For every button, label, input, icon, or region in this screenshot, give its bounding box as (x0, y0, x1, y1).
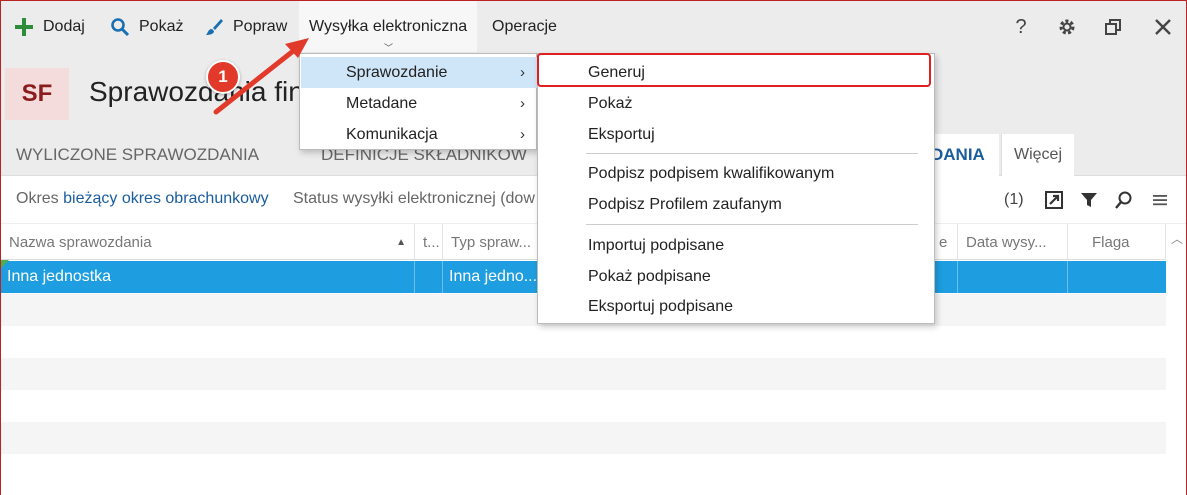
operations-label: Operacje (492, 18, 557, 35)
brush-icon (203, 16, 225, 38)
row-marker (1, 260, 9, 268)
cell-name: Inna jednostka (1, 261, 415, 293)
table-row-empty (1, 390, 1166, 422)
period-filter[interactable]: Okres bieżący okres obrachunkowy (16, 190, 269, 208)
menu-item-sign-qualified[interactable]: Podpisz podpisem kwalifikowanym (538, 158, 934, 189)
edit-button[interactable]: Popraw (203, 1, 287, 53)
show-button[interactable]: Pokaż (109, 1, 183, 53)
scroll-up-icon[interactable]: ︿ (1171, 230, 1183, 247)
toolbar: Dodaj Pokaż Popraw Wysyłka elektroniczna… (1, 0, 1186, 53)
menu-separator (586, 224, 918, 225)
add-button[interactable]: Dodaj (13, 1, 85, 53)
table-row-empty (1, 326, 1166, 358)
column-t[interactable]: t... (415, 224, 443, 260)
gear-icon[interactable] (1055, 15, 1079, 39)
menu-item-show-signed[interactable]: Pokaż podpisane (538, 261, 934, 292)
record-count: (1) (1004, 191, 1024, 208)
page-title: Sprawozdania fin (89, 76, 304, 107)
menu-item-metadata[interactable]: Metadane › (301, 88, 537, 119)
step-badge: 1 (206, 60, 240, 94)
menu-icon[interactable] (1149, 188, 1171, 212)
cell-e (931, 261, 958, 293)
table-row-empty (1, 454, 1166, 486)
highlight-outline (537, 53, 931, 87)
column-type[interactable]: Typ spraw... (443, 224, 539, 260)
period-value[interactable]: bieżący okres obrachunkowy (63, 190, 268, 207)
menu-item-export[interactable]: Eksportuj (538, 119, 934, 150)
app-window: Dodaj Pokaż Popraw Wysyłka elektroniczna… (0, 0, 1187, 495)
restore-icon[interactable] (1101, 15, 1125, 39)
operations-menu[interactable]: Operacje (492, 1, 557, 53)
menu-item-communication[interactable]: Komunikacja › (301, 119, 537, 150)
column-name[interactable]: Nazwa sprawozdania ▲ (1, 224, 415, 260)
menu-item-show[interactable]: Pokaż (538, 88, 934, 119)
tab-reports[interactable]: DANIA (931, 134, 999, 176)
edit-label: Popraw (233, 18, 288, 35)
menu-separator (586, 153, 918, 154)
cell-date (958, 261, 1068, 293)
tab-more[interactable]: Więcej (1001, 134, 1075, 176)
column-date-sent[interactable]: Data wysy... (958, 224, 1068, 260)
menu-item-export-signed[interactable]: Eksportuj podpisane (538, 291, 934, 322)
chevron-right-icon: › (520, 64, 525, 81)
column-e[interactable]: e (931, 224, 958, 260)
sort-asc-icon: ▲ (396, 236, 406, 248)
close-icon[interactable] (1151, 15, 1175, 39)
cell-t (415, 261, 443, 293)
chevron-right-icon: › (520, 126, 525, 143)
esend-label: Wysyłka elektroniczna (309, 18, 468, 35)
column-flag[interactable]: Flaga (1068, 224, 1166, 260)
tab-calculated-reports[interactable]: WYLICZONE SPRAWOZDANIA (16, 134, 259, 176)
table-row-empty (1, 422, 1166, 454)
show-label: Pokaż (139, 18, 184, 35)
chevron-right-icon: › (520, 95, 525, 112)
filter-icon[interactable] (1078, 188, 1100, 212)
menu-item-report[interactable]: Sprawozdanie › (301, 57, 537, 88)
plus-icon (13, 16, 35, 38)
menu-item-import-signed[interactable]: Importuj podpisane (538, 230, 934, 261)
search-icon (109, 16, 131, 38)
export-icon[interactable] (1043, 188, 1065, 212)
add-label: Dodaj (43, 18, 85, 35)
menu-item-sign-trusted-profile[interactable]: Podpisz Profilem zaufanym (538, 189, 934, 220)
status-filter[interactable]: Status wysyłki elektronicznej (dow (293, 190, 535, 208)
table-row-empty (1, 358, 1166, 390)
period-label: Okres (16, 190, 59, 207)
cell-type: Inna jedno... (443, 261, 539, 293)
report-submenu: Generuj Pokaż Eksportuj Podpisz podpisem… (537, 53, 935, 324)
esend-dropdown: Sprawozdanie › Metadane › Komunikacja › (299, 53, 537, 150)
help-icon[interactable]: ? (1009, 15, 1033, 39)
search-icon[interactable] (1113, 188, 1135, 212)
module-badge: SF (5, 68, 69, 120)
